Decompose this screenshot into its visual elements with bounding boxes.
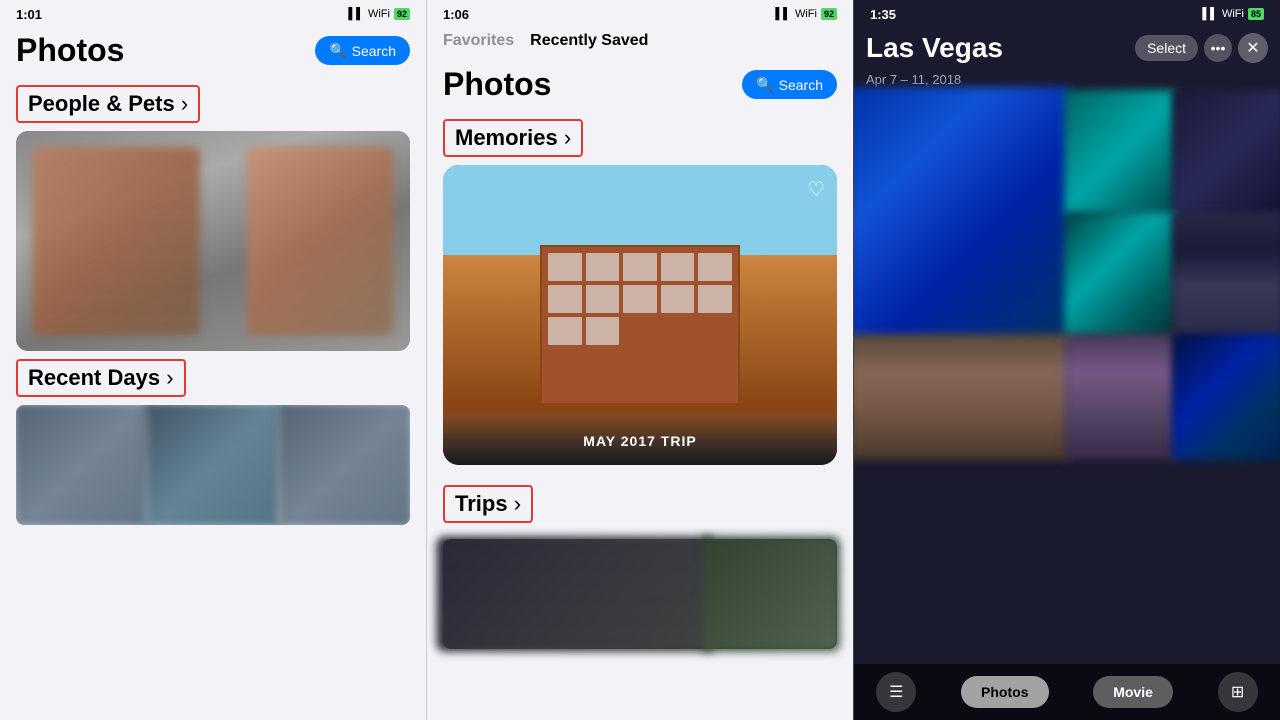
status-bar-1: 1:01 ▌▌ WiFi 92 xyxy=(0,0,426,28)
lv-header: Las Vegas Select ••• ✕ xyxy=(854,28,1280,72)
search-button-2[interactable]: 🔍 Search xyxy=(742,70,837,99)
window-8 xyxy=(623,285,657,313)
recent-days-label[interactable]: Recent Days xyxy=(0,351,426,405)
signal-icon-2: ▌▌ xyxy=(775,8,791,20)
search-label-2: Search xyxy=(779,77,823,93)
battery-2: 92 xyxy=(821,8,837,20)
search-icon-1: 🔍 xyxy=(329,42,346,59)
memories-label-container[interactable]: Memories xyxy=(427,111,853,165)
memories-card[interactable]: ♡ MAY 2017 TRIP xyxy=(443,165,837,465)
search-label-1: Search xyxy=(352,43,396,59)
lv-photo-mr2[interactable] xyxy=(1172,212,1280,338)
status-icons-3: ▌▌ WiFi 85 xyxy=(1202,8,1264,20)
lv-title: Las Vegas xyxy=(866,32,1003,64)
trips-text[interactable]: Trips xyxy=(443,485,533,523)
select-button[interactable]: Select xyxy=(1135,35,1198,61)
recent-thumb-1 xyxy=(16,405,149,525)
battery-3: 85 xyxy=(1248,8,1264,20)
lv-photo-main[interactable] xyxy=(853,87,1070,341)
memories-card-text: MAY 2017 TRIP xyxy=(583,433,696,449)
wifi-icon-3: WiFi xyxy=(1222,8,1244,20)
lv-date-range: Apr 7 – 11, 2018 xyxy=(854,72,1280,87)
lv-photo-bl[interactable] xyxy=(853,334,1070,460)
window-1 xyxy=(548,253,582,281)
memories-text[interactable]: Memories xyxy=(443,119,583,157)
tab-recently-saved[interactable]: Recently Saved xyxy=(530,28,648,54)
time-2: 1:06 xyxy=(443,7,469,22)
tab-bar-2: Favorites Recently Saved xyxy=(427,28,853,54)
page-title-2: Photos xyxy=(443,66,551,103)
memories-card-label: MAY 2017 TRIP xyxy=(443,417,837,465)
search-icon-2: 🔍 xyxy=(756,76,773,93)
time-3: 1:35 xyxy=(870,7,896,22)
time-1: 1:01 xyxy=(16,7,42,22)
menu-icon-button[interactable]: ☰ xyxy=(876,672,916,712)
lv-toolbar: ☰ Photos Movie ⊞ xyxy=(854,664,1280,720)
trips-photo-left xyxy=(436,536,712,652)
lv-photo-bm[interactable] xyxy=(1064,334,1175,460)
faces-image xyxy=(16,131,410,351)
recent-days-photos xyxy=(16,405,410,525)
screen-3: 1:35 ▌▌ WiFi 85 Las Vegas Select ••• ✕ A… xyxy=(853,0,1280,720)
window-12 xyxy=(586,317,620,345)
lv-photo-mr1[interactable] xyxy=(1064,212,1175,338)
status-bar-2: 1:06 ▌▌ WiFi 92 xyxy=(427,0,853,28)
close-button[interactable]: ✕ xyxy=(1238,33,1268,63)
recent-thumb-3 xyxy=(277,405,410,525)
face-left xyxy=(32,147,200,336)
trips-label-container[interactable]: Trips xyxy=(427,477,853,531)
lv-photo-tr2[interactable] xyxy=(1172,90,1280,216)
signal-icon-3: ▌▌ xyxy=(1202,8,1218,20)
people-pets-text[interactable]: People & Pets xyxy=(16,85,200,123)
lv-action-buttons: Select ••• ✕ xyxy=(1135,33,1268,63)
tab-favorites[interactable]: Favorites xyxy=(443,28,514,54)
wifi-icon-2: WiFi xyxy=(795,8,817,20)
search-button-1[interactable]: 🔍 Search xyxy=(315,36,410,65)
lv-photo-tr1[interactable] xyxy=(1064,90,1175,216)
status-icons-1: ▌▌ WiFi 92 xyxy=(348,8,410,20)
lv-photo-grid xyxy=(854,93,1280,459)
window-3 xyxy=(623,253,657,281)
page-title-1: Photos xyxy=(16,32,124,69)
trips-photo-right xyxy=(702,536,840,652)
window-5 xyxy=(698,253,732,281)
screen-2: 1:06 ▌▌ WiFi 92 Favorites Recently Saved… xyxy=(426,0,853,720)
building-windows xyxy=(540,245,740,385)
window-11 xyxy=(548,317,582,345)
movie-tab-button[interactable]: Movie xyxy=(1093,676,1173,708)
people-pets-photo xyxy=(16,131,410,351)
photos-tab-button[interactable]: Photos xyxy=(961,676,1048,708)
window-10 xyxy=(698,285,732,313)
window-2 xyxy=(586,253,620,281)
window-6 xyxy=(548,285,582,313)
status-bar-3: 1:35 ▌▌ WiFi 85 xyxy=(854,0,1280,28)
more-button[interactable]: ••• xyxy=(1204,34,1232,62)
trips-photo-strip xyxy=(443,539,837,649)
face-right xyxy=(247,147,394,336)
header-2: Photos 🔍 Search xyxy=(427,62,853,111)
grid-icon-button[interactable]: ⊞ xyxy=(1218,672,1258,712)
header-1: Photos 🔍 Search xyxy=(0,28,426,77)
window-4 xyxy=(661,253,695,281)
recent-thumb-2 xyxy=(145,405,282,525)
lv-photo-br[interactable] xyxy=(1172,334,1280,460)
window-9 xyxy=(661,285,695,313)
status-icons-2: ▌▌ WiFi 92 xyxy=(775,8,837,20)
heart-icon[interactable]: ♡ xyxy=(807,177,825,202)
people-pets-label[interactable]: People & Pets xyxy=(0,77,426,131)
recent-days-text[interactable]: Recent Days xyxy=(16,359,186,397)
signal-icon-1: ▌▌ xyxy=(348,8,364,20)
screen-1: 1:01 ▌▌ WiFi 92 Photos 🔍 Search People &… xyxy=(0,0,426,720)
battery-1: 92 xyxy=(394,8,410,20)
wifi-icon-1: WiFi xyxy=(368,8,390,20)
memories-image: ♡ MAY 2017 TRIP xyxy=(443,165,837,465)
window-7 xyxy=(586,285,620,313)
